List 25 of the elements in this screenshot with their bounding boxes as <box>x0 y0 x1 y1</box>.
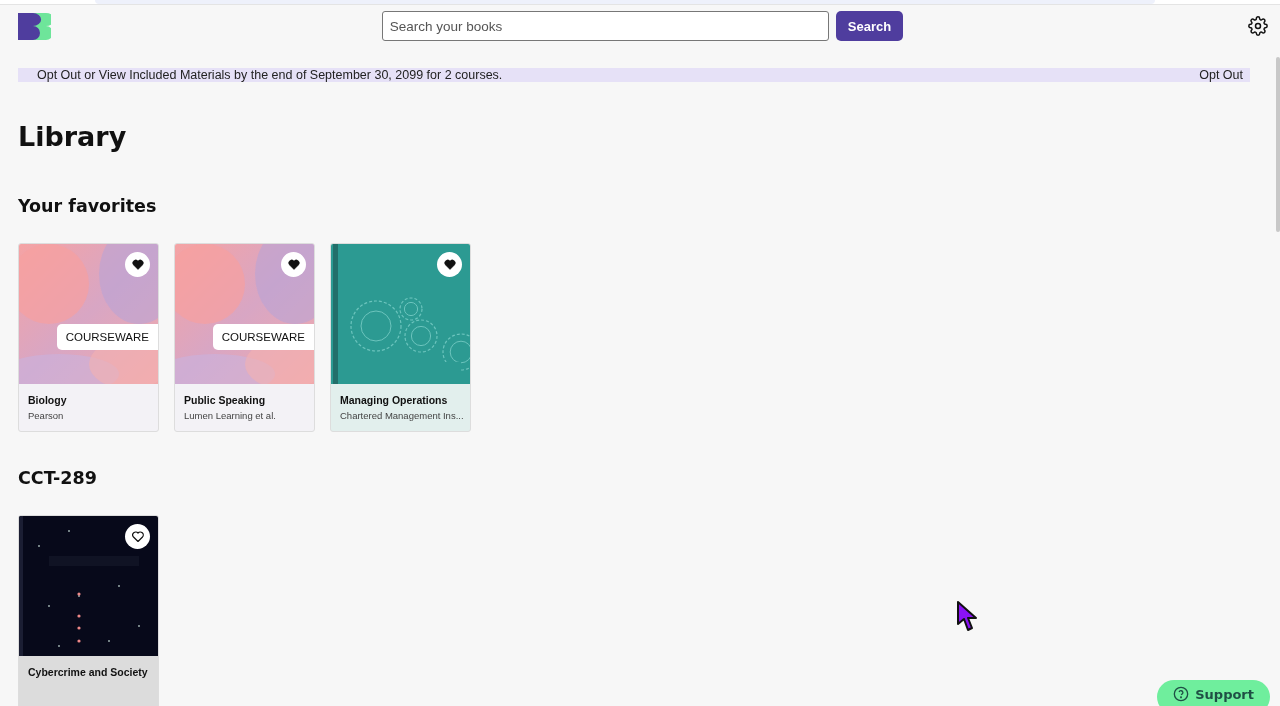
opt-out-link[interactable]: Opt Out <box>1199 68 1243 82</box>
book-author: Pearson <box>28 410 65 421</box>
support-button[interactable]: Support <box>1157 680 1270 706</box>
search-field[interactable]: Search your books <box>381 11 829 41</box>
book-card[interactable]: COURSEWARE Biology Pearson <box>18 243 159 432</box>
banner-message: Opt Out or View Included Materials by the end of September 30, 2099 for 2 courses. <box>37 68 503 82</box>
book-card[interactable]: COURSEWARE Public Speaking Lumen Learning et al. <box>174 243 315 432</box>
courseware-label: COURSEWARE <box>56 324 158 350</box>
logo <box>18 12 51 40</box>
help-icon <box>1173 686 1190 702</box>
search-button[interactable]: Search <box>835 11 904 41</box>
settings-icon[interactable] <box>1248 16 1268 36</box>
book-author: Lumen Learning et al. <box>184 410 277 421</box>
book-card[interactable]: Managing Operations Chartered Management Ins... <box>330 243 471 432</box>
book-title: Biology <box>28 394 68 406</box>
courseware-label: COURSEWARE <box>212 324 314 350</box>
book-title: Managing Operations <box>340 394 449 406</box>
cursor-icon <box>956 600 978 634</box>
page-title: Library <box>18 120 128 154</box>
book-title: Cybercrime and Society <box>28 666 149 678</box>
book-card[interactable]: Cybercrime and Society <box>18 515 159 706</box>
section-heading: CCT-289 <box>18 467 98 490</box>
section-heading: Your favorites <box>18 195 158 218</box>
book-author: Chartered Management Ins... <box>340 410 461 421</box>
book-title: Public Speaking <box>184 394 267 406</box>
